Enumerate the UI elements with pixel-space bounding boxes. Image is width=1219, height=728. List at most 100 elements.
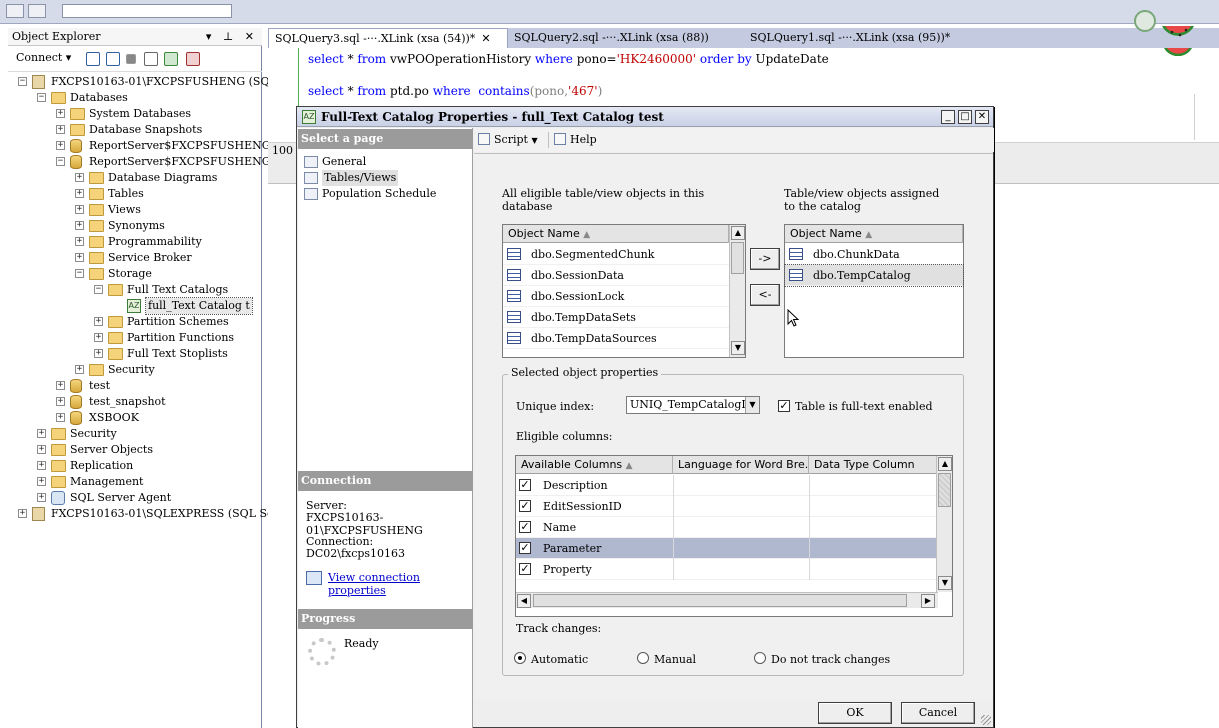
tree-node[interactable]: + Server Objects xyxy=(8,442,262,458)
toolbar-icon[interactable] xyxy=(6,4,24,18)
track-manual-radio[interactable] xyxy=(637,652,649,664)
object-row[interactable]: dbo.SessionLock xyxy=(503,286,729,307)
delete-icon[interactable] xyxy=(186,52,200,66)
tree-node[interactable]: + test xyxy=(8,378,262,394)
columns-vertical-scrollbar[interactable]: ▲ ▼ xyxy=(936,456,952,592)
tree-node[interactable]: + Security xyxy=(8,362,262,378)
filter-icon[interactable] xyxy=(144,52,158,66)
expand-icon[interactable]: + xyxy=(37,477,46,486)
column-row[interactable]: ✓ Name xyxy=(516,517,936,538)
expand-icon[interactable]: + xyxy=(37,429,46,438)
tree-node[interactable]: + Synonyms xyxy=(8,218,262,234)
tree-node[interactable]: + Security xyxy=(8,426,262,442)
collapse-icon[interactable]: − xyxy=(18,77,27,86)
expand-icon[interactable]: + xyxy=(94,349,103,358)
language-column-header[interactable]: Language for Word Bre... xyxy=(673,456,809,474)
expand-icon[interactable]: + xyxy=(75,189,84,198)
expand-icon[interactable]: + xyxy=(37,461,46,470)
connect-button[interactable]: Connect ▾ xyxy=(16,51,71,64)
tab-sqlquery1[interactable]: SQLQuery1.sql -···.XLink (xsa (95))* xyxy=(744,28,984,48)
column-row[interactable]: ✓ Description xyxy=(516,475,936,496)
unique-index-dropdown[interactable]: UNIQ_TempCatalogID ▼ xyxy=(626,396,760,414)
scroll-down-icon[interactable]: ▼ xyxy=(731,341,745,355)
tree-node[interactable]: − ReportServer$FXCPSFUSHENGTem xyxy=(8,154,294,170)
cancel-button[interactable]: Cancel xyxy=(901,702,975,724)
assigned-object-name-header[interactable]: Object Name ▲ xyxy=(785,225,963,243)
zoom-level[interactable]: 100 xyxy=(272,144,293,157)
connect-icon[interactable] xyxy=(86,52,100,66)
tree-node[interactable]: + FXCPS10163-01\SQLEXPRESS (SQL Serv xyxy=(8,506,285,522)
expand-icon[interactable]: + xyxy=(75,365,84,374)
close-icon[interactable]: ✕ xyxy=(975,110,989,124)
tree-node[interactable]: + Management xyxy=(8,474,262,490)
expand-icon[interactable]: + xyxy=(56,413,65,422)
tree-node[interactable]: + Database Diagrams xyxy=(8,170,262,186)
expand-icon[interactable]: + xyxy=(56,125,65,134)
available-columns-header[interactable]: Available Columns ▲ xyxy=(516,456,673,474)
disconnect-icon[interactable] xyxy=(106,52,120,66)
tree-node[interactable]: + ReportServer$FXCPSFUSHENG xyxy=(8,138,271,154)
tree-node[interactable]: + Partition Functions xyxy=(8,330,262,346)
scroll-up-icon[interactable]: ▲ xyxy=(731,226,745,240)
track-automatic-radio[interactable] xyxy=(514,652,526,664)
data-type-column-header[interactable]: Data Type Column xyxy=(809,456,936,474)
eligible-objects-list[interactable]: Object Name ▲ dbo.SegmentedChunk dbo.Sess… xyxy=(502,224,746,358)
scroll-down-icon[interactable]: ▼ xyxy=(938,576,952,590)
tree-node[interactable]: AZ full_Text Catalog t xyxy=(8,297,262,315)
column-row[interactable]: ✓ Parameter xyxy=(516,538,936,559)
tree-node[interactable]: + Partition Schemes xyxy=(8,314,262,330)
tree-node[interactable]: + Full Text Stoplists xyxy=(8,346,262,362)
object-row[interactable]: dbo.TempDataSets xyxy=(503,307,729,328)
tree-node[interactable]: + test_snapshot xyxy=(8,394,262,410)
tree-node[interactable]: − Databases xyxy=(8,90,262,106)
track-none-radio[interactable] xyxy=(754,652,766,664)
expand-icon[interactable]: + xyxy=(56,397,65,406)
page-item[interactable]: General xyxy=(304,154,464,170)
expand-icon[interactable]: + xyxy=(75,205,84,214)
tab-sqlquery2[interactable]: SQLQuery2.sql -···.XLink (xsa (88)) xyxy=(508,28,738,48)
column-checkbox[interactable]: ✓ xyxy=(519,521,531,533)
tree-node[interactable]: + Views xyxy=(8,202,262,218)
eligible-list-scrollbar[interactable]: ▲ ▼ xyxy=(729,225,745,357)
help-button[interactable]: Help xyxy=(554,133,597,147)
column-checkbox[interactable]: ✓ xyxy=(519,500,531,512)
scroll-right-icon[interactable]: ▶ xyxy=(921,594,935,608)
toolbar-combo[interactable] xyxy=(62,4,232,18)
eligible-columns-grid[interactable]: Available Columns ▲ Language for Word Br… xyxy=(515,455,953,617)
toolbar-icon[interactable] xyxy=(28,4,46,18)
scroll-thumb[interactable] xyxy=(533,594,907,607)
object-row[interactable]: dbo.SegmentedChunk xyxy=(503,244,729,265)
object-row[interactable]: dbo.TempDataSources xyxy=(503,328,729,349)
collapse-icon[interactable]: − xyxy=(94,285,103,294)
expand-icon[interactable]: + xyxy=(56,109,65,118)
tree-node[interactable]: − FXCPS10163-01\FXCPSFUSHENG (SQL Ser xyxy=(8,74,300,90)
tree-node[interactable]: − Full Text Catalogs xyxy=(8,282,262,298)
scroll-up-icon[interactable]: ▲ xyxy=(938,457,952,471)
fulltext-enabled-checkbox[interactable]: ✓ xyxy=(778,400,790,412)
maximize-icon[interactable]: □ xyxy=(958,110,972,124)
object-row[interactable]: dbo.ChunkData xyxy=(785,244,963,265)
object-row[interactable]: dbo.TempCatalog xyxy=(784,264,964,287)
stop-icon[interactable] xyxy=(126,54,136,64)
expand-icon[interactable]: + xyxy=(56,141,65,150)
expand-icon[interactable]: + xyxy=(18,509,27,518)
expand-icon[interactable]: + xyxy=(37,445,46,454)
tree-node[interactable]: + System Databases xyxy=(8,106,262,122)
expand-icon[interactable]: + xyxy=(94,333,103,342)
close-tab-icon[interactable]: ✕ xyxy=(481,32,490,45)
tab-sqlquery3[interactable]: SQLQuery3.sql -···.XLink (xsa (54))* ✕ xyxy=(268,28,508,48)
expand-icon[interactable]: + xyxy=(56,381,65,390)
tree-node[interactable]: + Service Broker xyxy=(8,250,262,266)
tree-node[interactable]: − Storage xyxy=(8,266,262,282)
script-button[interactable]: Script ▼ xyxy=(478,133,538,148)
tree-node[interactable]: + Replication xyxy=(8,458,262,474)
resize-grip-icon[interactable] xyxy=(981,715,991,725)
collapse-icon[interactable]: − xyxy=(75,269,84,278)
expand-icon[interactable]: + xyxy=(75,221,84,230)
expand-icon[interactable]: + xyxy=(94,317,103,326)
expand-icon[interactable]: + xyxy=(75,173,84,182)
tree-node[interactable]: + Database Snapshots xyxy=(8,122,262,138)
panel-pin-close-buttons[interactable]: ▾ ⊥ ✕ xyxy=(206,28,258,46)
expand-icon[interactable]: + xyxy=(75,253,84,262)
collapse-icon[interactable]: − xyxy=(37,93,46,102)
